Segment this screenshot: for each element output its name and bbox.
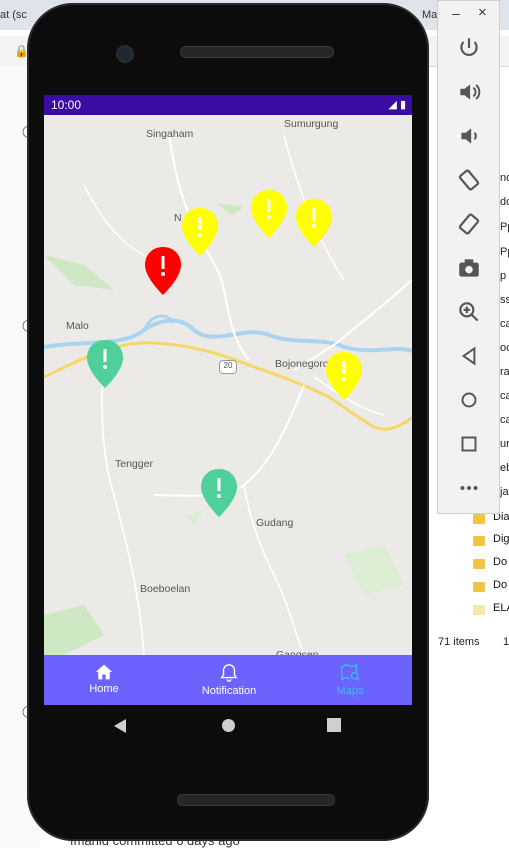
- alert-pin-yellow-4[interactable]: [324, 350, 364, 402]
- alert-pin-yellow-2[interactable]: [249, 188, 289, 240]
- bell-icon: [220, 664, 238, 682]
- minimize-button[interactable]: –: [452, 5, 460, 21]
- close-button[interactable]: ×: [478, 4, 487, 21]
- folder-icon: [473, 582, 485, 592]
- back-icon[interactable]: [113, 718, 127, 734]
- status-bar: 10:00 ◢ ▮: [44, 95, 412, 115]
- power-icon[interactable]: [456, 35, 482, 61]
- file-explorer-panel: Dia Dig Do Do ELA 71 items 1: [429, 511, 509, 664]
- map-label: Boeboelan: [140, 583, 191, 595]
- signal-battery-icon: ◢ ▮: [388, 99, 406, 111]
- side-fragment: Pp: [500, 221, 509, 233]
- rotate-right-icon[interactable]: [456, 211, 482, 237]
- front-camera: [116, 45, 134, 63]
- bottom-speaker: [177, 794, 335, 806]
- nav-notification[interactable]: Notification: [189, 655, 269, 705]
- folder-icon: [473, 536, 485, 546]
- alert-pin-yellow-1[interactable]: [180, 206, 220, 258]
- map-label: Sumurgung: [284, 118, 339, 130]
- explorer-item[interactable]: ELA: [493, 602, 509, 614]
- item-count: 71 items: [438, 636, 480, 648]
- side-fragment: ca: [500, 414, 509, 426]
- nav-home[interactable]: Home: [74, 655, 134, 705]
- side-fragment: ra: [500, 366, 509, 378]
- overview-icon[interactable]: [456, 431, 482, 457]
- browser-tab-text-2[interactable]: Ma: [422, 9, 437, 21]
- alert-pin-green-1[interactable]: [85, 338, 125, 390]
- map-label: Bojonegoro: [275, 358, 329, 370]
- folder-icon: [473, 514, 485, 524]
- pin-body: [145, 247, 181, 295]
- home-icon[interactable]: [221, 718, 236, 733]
- alert-pin-yellow-3[interactable]: [294, 197, 334, 249]
- route-shield: 20: [219, 360, 237, 374]
- home-icon: [95, 664, 113, 680]
- earpiece-speaker: [180, 46, 334, 58]
- nav-maps-label: Maps: [336, 685, 364, 697]
- camera-icon[interactable]: [456, 255, 482, 281]
- more-icon[interactable]: [456, 475, 482, 501]
- emulator-toolbar-header: – ×: [438, 1, 499, 29]
- side-fragment: ur: [500, 438, 509, 450]
- side-fragment: do: [500, 196, 509, 208]
- home-icon[interactable]: [456, 387, 482, 413]
- explorer-item[interactable]: Do: [493, 579, 507, 591]
- status-time: 10:00: [51, 98, 82, 112]
- folder-icon: [473, 559, 485, 569]
- nav-notification-label: Notification: [201, 685, 257, 697]
- side-fragment: eb: [500, 462, 509, 474]
- zoom-icon[interactable]: [456, 299, 482, 325]
- emulator-toolbar: – ×: [437, 0, 500, 514]
- file-icon: [473, 605, 485, 615]
- explorer-right-fragment: 1: [503, 636, 509, 648]
- side-fragment: ca: [500, 390, 509, 402]
- side-fragment: ja: [500, 486, 509, 498]
- browser-tab-text[interactable]: at (sc: [0, 9, 27, 21]
- map-label: Malo: [66, 320, 89, 332]
- back-icon[interactable]: [456, 343, 482, 369]
- map-search-icon: [341, 663, 360, 681]
- overview-icon[interactable]: [327, 718, 341, 732]
- rotate-left-icon[interactable]: [456, 167, 482, 193]
- map-label: Singaham: [146, 128, 194, 140]
- side-fragment: ss: [500, 294, 509, 306]
- alert-pin-green-2[interactable]: [199, 467, 239, 519]
- explorer-item[interactable]: Dig: [493, 533, 509, 545]
- map-label: Tengger: [115, 458, 153, 470]
- map-label: Gudang: [256, 517, 294, 529]
- nav-home-label: Home: [89, 683, 119, 695]
- nav-maps[interactable]: Maps: [324, 655, 376, 705]
- side-fragment: Pp: [500, 246, 509, 258]
- map-view[interactable]: Singaham Sumurgung N Malo Bojonegoro 20 …: [44, 115, 412, 661]
- side-fragment: no: [500, 172, 509, 184]
- side-fragment: p: [500, 270, 507, 282]
- volume-up-icon[interactable]: [456, 79, 482, 105]
- phone-screen: 10:00 ◢ ▮ Singaham Sumurgung N Malo Bojo…: [44, 95, 412, 705]
- volume-down-icon[interactable]: [456, 123, 482, 149]
- bottom-navigation: Home Notification Maps: [44, 655, 412, 705]
- alert-pin-red[interactable]: [143, 245, 183, 297]
- android-system-keys: [44, 705, 412, 750]
- explorer-item[interactable]: Do: [493, 556, 507, 568]
- side-fragment: ca: [500, 318, 509, 330]
- side-fragment: oc: [500, 342, 509, 354]
